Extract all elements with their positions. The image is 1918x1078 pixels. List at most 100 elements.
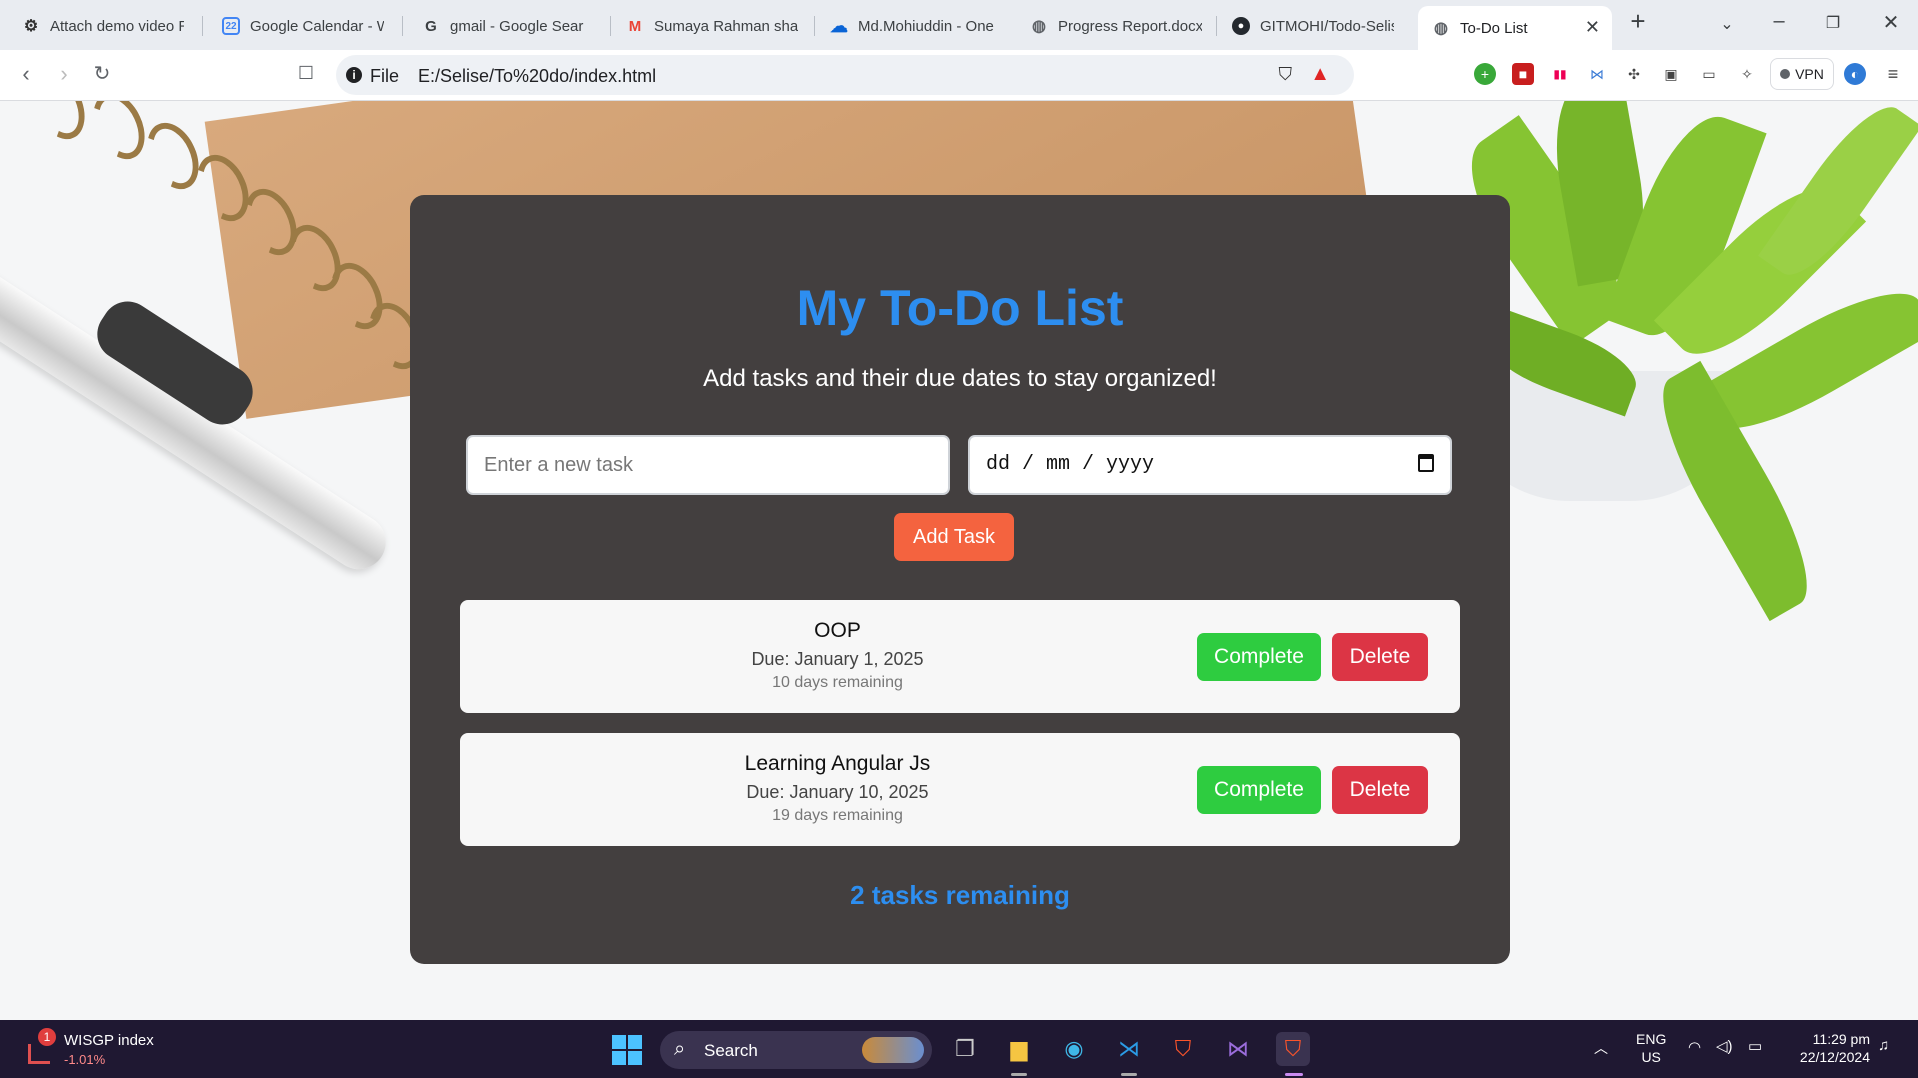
tab-label: Md.Mohiuddin - One bbox=[858, 17, 994, 35]
task-input[interactable] bbox=[466, 435, 950, 495]
close-tab-icon[interactable]: ✕ bbox=[1585, 17, 1600, 38]
leo-ai-icon[interactable]: ✧ bbox=[1736, 63, 1758, 85]
widget-value: -1.01% bbox=[64, 1052, 106, 1067]
stock-chart-icon bbox=[28, 1044, 50, 1064]
taskbar-search[interactable]: ⌕ Search bbox=[660, 1031, 932, 1069]
task-view-icon[interactable]: ❐ bbox=[948, 1032, 982, 1066]
tab-separator bbox=[814, 16, 815, 36]
forward-icon[interactable]: › bbox=[50, 61, 78, 87]
task-due-date: Due: January 1, 2025 bbox=[751, 649, 924, 669]
tab-google-calendar[interactable]: 22 Google Calendar - W bbox=[208, 8, 398, 44]
back-icon[interactable]: ‹ bbox=[12, 61, 40, 87]
visual-studio-icon[interactable]: ⋈ bbox=[1221, 1032, 1255, 1066]
notification-bell-icon[interactable]: ♫ bbox=[1878, 1037, 1889, 1054]
scheme-label: File bbox=[370, 66, 400, 86]
page-subtitle: Add tasks and their due dates to stay or… bbox=[703, 365, 1217, 392]
wifi-icon[interactable]: ◠ bbox=[1688, 1038, 1701, 1056]
add-extension-icon[interactable]: + bbox=[1474, 63, 1496, 85]
delete-button[interactable]: Delete bbox=[1332, 766, 1428, 814]
vpn-status-icon bbox=[1780, 69, 1791, 79]
minimize-icon[interactable]: – bbox=[1764, 10, 1794, 33]
file-explorer-icon[interactable]: ▆ bbox=[1002, 1032, 1036, 1066]
tab-strip: ⚙ Attach demo video R 22 Google Calendar… bbox=[0, 0, 1918, 50]
volume-icon[interactable]: ◁) bbox=[1716, 1037, 1733, 1055]
task-item: OOP Due: January 1, 2025 10 days remaini… bbox=[460, 600, 1460, 713]
globe-icon: ◍ bbox=[1032, 18, 1046, 35]
language-indicator[interactable]: ENG US bbox=[1636, 1030, 1666, 1066]
google-icon: G bbox=[425, 17, 437, 35]
notification-badge: 1 bbox=[38, 1028, 56, 1046]
tab-gmail-search[interactable]: G gmail - Google Searc bbox=[408, 8, 598, 44]
tab-todo-list[interactable]: ◍ To-Do List ✕ bbox=[1418, 6, 1612, 50]
windows-start-icon[interactable] bbox=[612, 1035, 642, 1065]
url-text[interactable]: E:/Selise/To%20do/index.html bbox=[418, 66, 656, 87]
stock-widget[interactable]: 1 WISGP index -1.01% bbox=[22, 1028, 202, 1072]
extension-bars-icon[interactable]: ▮▮ bbox=[1549, 63, 1571, 85]
address-bar[interactable]: i File E:/Selise/To%20do/index.html ⛉ ▲ bbox=[336, 55, 1354, 95]
tab-gmail-sumaya[interactable]: M Sumaya Rahman sha bbox=[612, 8, 812, 44]
task-days-remaining: 19 days remaining bbox=[772, 807, 903, 824]
profile-avatar-icon[interactable]: ◐ bbox=[1844, 63, 1866, 85]
tab-label: GITMOHI/Todo-Selis bbox=[1260, 17, 1394, 35]
bookmark-icon[interactable]: ☐ bbox=[292, 63, 320, 84]
menu-icon[interactable]: ≡ bbox=[1882, 63, 1904, 85]
calendar-picker-icon[interactable] bbox=[1418, 454, 1434, 472]
task-days-remaining: 10 days remaining bbox=[772, 674, 903, 691]
tab-label: Sumaya Rahman sha bbox=[654, 17, 798, 35]
wallet-icon[interactable]: ▭ bbox=[1698, 63, 1720, 85]
widget-title: WISGP index bbox=[64, 1032, 154, 1049]
task-name: Learning Angular Js bbox=[744, 752, 931, 775]
brave-icon[interactable]: ⛉ bbox=[1166, 1032, 1200, 1066]
reload-icon[interactable]: ↻ bbox=[88, 61, 116, 86]
vpn-button[interactable]: VPN bbox=[1770, 58, 1834, 90]
complete-button[interactable]: Complete bbox=[1197, 633, 1321, 681]
search-label: Search bbox=[704, 1041, 758, 1060]
task-item: Learning Angular Js Due: January 10, 202… bbox=[460, 733, 1460, 846]
chevron-up-icon[interactable]: ︿ bbox=[1594, 1038, 1608, 1058]
gmail-icon: M bbox=[628, 17, 642, 35]
clock[interactable]: 11:29 pm 22/12/2024 bbox=[1790, 1030, 1870, 1066]
new-tab-icon[interactable]: + bbox=[1623, 6, 1653, 37]
due-date-input[interactable]: dd / mm / yyyy bbox=[968, 435, 1452, 495]
browser-toolbar: ‹ › ↻ ☐ i File E:/Selise/To%20do/index.h… bbox=[0, 50, 1918, 101]
extension-bow-icon[interactable]: ⋈ bbox=[1586, 63, 1608, 85]
globe-icon: ◍ bbox=[1434, 20, 1448, 37]
delete-button[interactable]: Delete bbox=[1332, 633, 1428, 681]
info-icon[interactable]: i bbox=[346, 67, 362, 83]
clock-time: 11:29 pm bbox=[1812, 1031, 1870, 1047]
language-label: ENG bbox=[1636, 1031, 1667, 1047]
restore-icon[interactable]: ❐ bbox=[1818, 13, 1848, 33]
tab-label: gmail - Google Searc bbox=[450, 17, 584, 35]
tab-progress-report[interactable]: ◍ Progress Report.docx bbox=[1016, 8, 1216, 44]
page-title: My To-Do List bbox=[796, 280, 1124, 336]
vscode-icon[interactable]: ⋊ bbox=[1112, 1032, 1146, 1066]
clock-date: 22/12/2024 bbox=[1799, 1049, 1870, 1065]
task-due-date: Due: January 10, 2025 bbox=[746, 782, 929, 802]
brave-rewards-icon[interactable]: ▲ bbox=[1310, 63, 1330, 86]
tasks-remaining-count: 2 tasks remaining bbox=[850, 880, 1070, 910]
battery-icon[interactable]: ▭ bbox=[1748, 1037, 1762, 1055]
search-highlight-image bbox=[862, 1037, 924, 1063]
extension-red-icon[interactable]: ■ bbox=[1512, 63, 1534, 85]
github-icon: ● bbox=[1232, 17, 1250, 35]
search-icon: ⌕ bbox=[674, 1038, 686, 1060]
close-window-icon[interactable]: ✕ bbox=[1876, 10, 1906, 35]
complete-button[interactable]: Complete bbox=[1197, 766, 1321, 814]
tab-github[interactable]: ● GITMOHI/Todo-Selis bbox=[1218, 8, 1408, 44]
brave-shields-icon[interactable]: ⛉ bbox=[1279, 64, 1293, 85]
tab-separator bbox=[610, 16, 611, 36]
tab-separator bbox=[1216, 16, 1217, 36]
tab-search-chevron-icon[interactable]: ⌄ bbox=[1712, 14, 1742, 34]
tab-attach-demo-video[interactable]: ⚙ Attach demo video R bbox=[8, 8, 198, 44]
tab-label: Progress Report.docx bbox=[1058, 17, 1202, 35]
brave-active-icon[interactable]: ⛉ bbox=[1276, 1032, 1310, 1066]
onedrive-icon: ☁ bbox=[830, 15, 848, 36]
extensions-puzzle-icon[interactable]: ✣ bbox=[1623, 63, 1645, 85]
todo-card: My To-Do List Add tasks and their due da… bbox=[410, 195, 1510, 964]
vpn-label: VPN bbox=[1795, 66, 1824, 82]
add-task-button[interactable]: Add Task bbox=[894, 513, 1014, 561]
sidebar-toggle-icon[interactable]: ▣ bbox=[1660, 63, 1682, 85]
tab-onedrive[interactable]: ☁ Md.Mohiuddin - One bbox=[816, 8, 1016, 44]
tab-label: To-Do List bbox=[1460, 19, 1528, 37]
edge-icon[interactable]: ◉ bbox=[1057, 1032, 1091, 1066]
